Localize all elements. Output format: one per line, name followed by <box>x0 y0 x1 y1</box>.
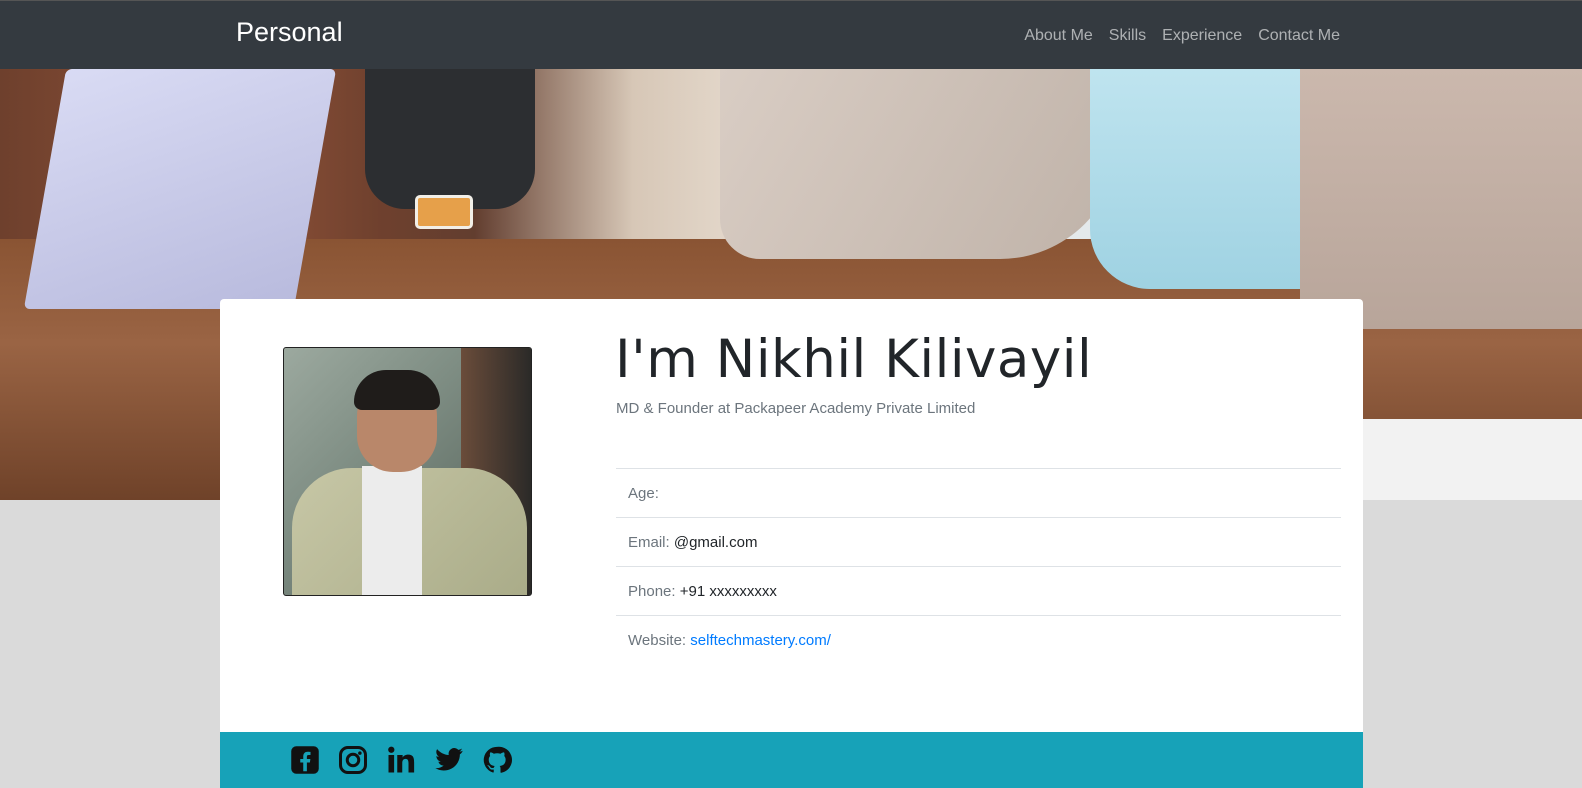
website-link[interactable]: selftechmastery.com/ <box>690 632 831 649</box>
github-icon[interactable] <box>482 745 512 775</box>
hero-cup <box>365 69 535 209</box>
hero-tea-tag <box>415 195 473 229</box>
nav-skills[interactable]: Skills <box>1101 27 1154 45</box>
profile-card: I'm Nikhil Kilivayil MD & Founder at Pac… <box>220 299 1363 788</box>
info-row-phone: Phone: +91 xxxxxxxxx <box>616 566 1341 615</box>
profile-photo <box>283 347 532 596</box>
linkedin-icon[interactable] <box>386 745 416 775</box>
email-label: Email: <box>628 534 670 551</box>
profile-name: I'm Nikhil Kilivayil <box>615 329 1093 390</box>
photo-hair <box>354 370 440 410</box>
age-label: Age: <box>628 485 659 502</box>
facebook-icon[interactable] <box>290 745 320 775</box>
social-bar <box>220 732 1363 788</box>
nav-about-me[interactable]: About Me <box>1016 27 1100 45</box>
instagram-icon[interactable] <box>338 745 368 775</box>
hero-laptop <box>23 69 337 309</box>
nav-contact-me[interactable]: Contact Me <box>1250 27 1340 45</box>
hero-paper <box>1340 419 1582 500</box>
hero-arm <box>1300 69 1582 329</box>
nav-links: About Me Skills Experience Contact Me <box>1016 27 1340 45</box>
social-icons <box>290 745 512 775</box>
brand-link[interactable]: Personal <box>236 17 343 48</box>
info-row-website: Website: selftechmastery.com/ <box>616 615 1341 664</box>
info-row-email: Email: @gmail.com <box>616 517 1341 566</box>
nav-experience[interactable]: Experience <box>1154 27 1250 45</box>
profile-subtitle: MD & Founder at Packapeer Academy Privat… <box>616 400 976 417</box>
twitter-icon[interactable] <box>434 745 464 775</box>
hero-sleeve <box>720 69 1120 259</box>
website-label: Website: <box>628 632 687 649</box>
photo-shirt <box>362 466 422 595</box>
info-row-age: Age: <box>616 468 1341 517</box>
top-navbar: Personal About Me Skills Experience Cont… <box>0 0 1582 69</box>
profile-info-list: Age: Email: @gmail.com Phone: +91 xxxxxx… <box>616 468 1341 664</box>
phone-label: Phone: <box>628 583 676 600</box>
email-value: @gmail.com <box>673 534 758 551</box>
phone-value: +91 xxxxxxxxx <box>679 583 777 600</box>
